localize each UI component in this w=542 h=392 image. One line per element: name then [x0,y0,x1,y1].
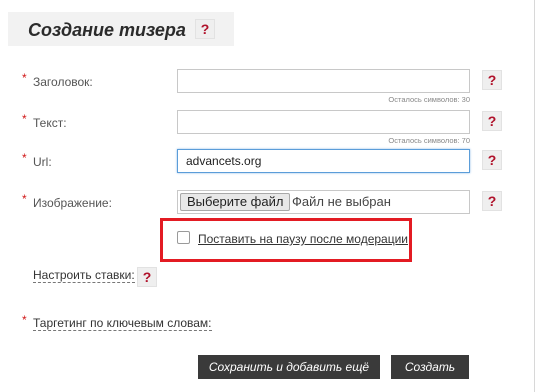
text-counter: Осталось символов: 70 [388,136,470,145]
choose-file-button[interactable]: Выберите файл [180,193,291,211]
keyword-targeting-link[interactable]: Таргетинг по ключевым словам: [33,316,212,331]
text-input[interactable] [177,110,470,134]
title-help-icon[interactable]: ? [195,19,215,39]
required-mark: * [22,151,27,165]
required-mark: * [22,192,27,206]
configure-rates-link[interactable]: Настроить ставки: [33,268,135,283]
pause-checkbox[interactable] [177,231,190,244]
title-input[interactable] [177,69,470,93]
create-teaser-panel: Создание тизера ? * Заголовок: Осталось … [0,0,535,392]
image-help-icon[interactable]: ? [482,191,502,211]
pause-label[interactable]: Поставить на паузу после модерации [198,232,408,246]
title-counter: Осталось символов: 30 [388,95,470,104]
url-help-icon[interactable]: ? [482,150,502,170]
title-help-icon[interactable]: ? [482,70,502,90]
title-row: * Заголовок: Осталось символов: 30 ? [0,69,535,104]
url-input[interactable] [177,149,470,173]
image-label: Изображение: [33,196,112,210]
title-label: Заголовок: [33,75,93,89]
required-mark: * [22,71,27,85]
required-mark: * [22,112,27,126]
image-row: * Изображение: Выберите файл Файл не выб… [0,190,535,216]
url-row: * Url: ? [0,149,535,175]
url-label: Url: [33,155,52,169]
page-header: Создание тизера ? [8,12,234,46]
file-status: Файл не выбран [292,194,391,209]
required-mark: * [22,313,27,327]
image-file-input[interactable]: Выберите файл Файл не выбран [177,190,470,214]
text-help-icon[interactable]: ? [482,111,502,131]
rates-help-icon[interactable]: ? [137,267,157,287]
create-button[interactable]: Создать [391,355,469,379]
text-row: * Текст: Осталось символов: 70 ? [0,110,535,145]
save-and-add-button[interactable]: Сохранить и добавить ещё [198,355,380,379]
page-title: Создание тизера [28,20,186,40]
text-label: Текст: [33,116,67,130]
